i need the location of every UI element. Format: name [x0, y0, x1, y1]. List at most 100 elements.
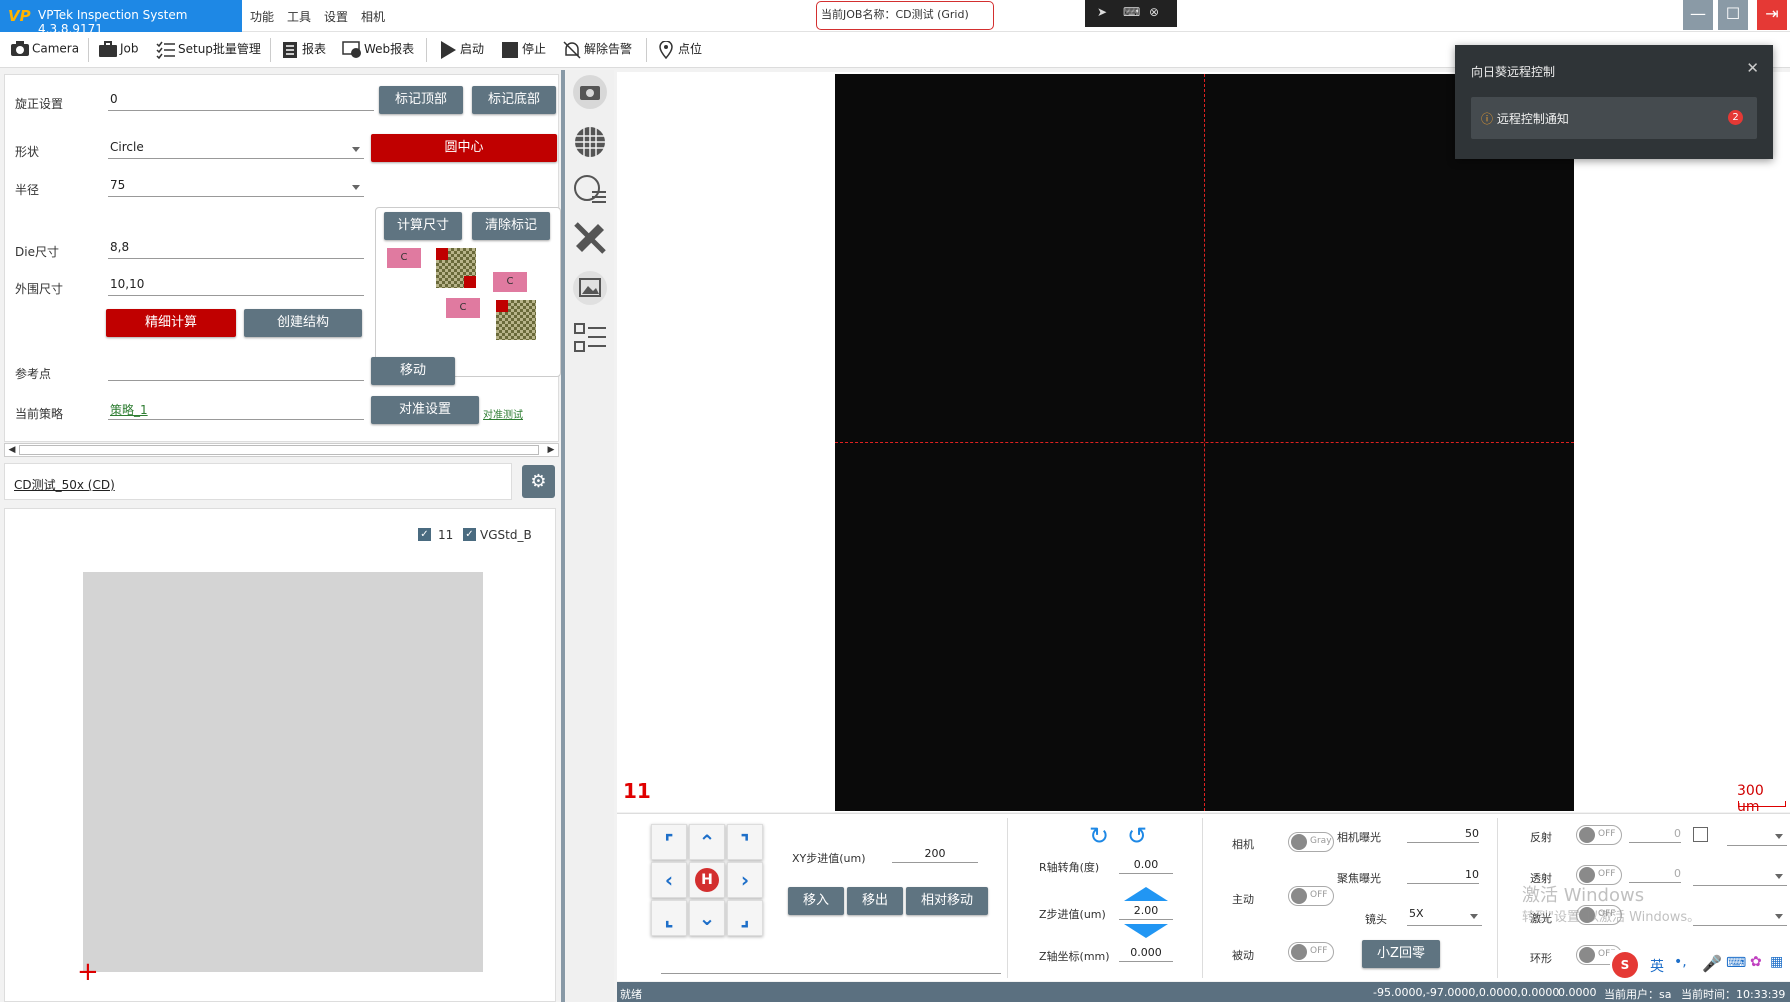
- report-button[interactable]: 报表: [280, 40, 326, 59]
- clear-alarm-button[interactable]: 解除告警: [562, 40, 632, 59]
- notification-close-icon[interactable]: ✕: [1746, 59, 1759, 77]
- exposure-field[interactable]: 50: [1407, 827, 1479, 843]
- ruler-pencil-icon[interactable]: [572, 220, 608, 256]
- start-button[interactable]: 启动: [438, 40, 484, 59]
- xy-step-label: XY步进值(um): [792, 852, 866, 865]
- lens-select[interactable]: 5X: [1407, 904, 1482, 926]
- checkbox-vgstd[interactable]: ✓: [463, 528, 476, 541]
- recipe-path-link[interactable]: CD测试_50x (CD): [14, 476, 115, 493]
- wafer-map-canvas[interactable]: [83, 572, 483, 972]
- ime-language[interactable]: 英: [1650, 956, 1664, 976]
- active-toggle[interactable]: OFF: [1288, 886, 1334, 906]
- scroll-right-icon[interactable]: ▶: [544, 444, 558, 456]
- keyboard-icon[interactable]: ⌨: [1726, 955, 1746, 971]
- recipe-settings-button[interactable]: ⚙: [522, 465, 555, 498]
- fine-calc-button[interactable]: 精细计算: [106, 309, 236, 337]
- camera-mode-toggle[interactable]: Gray: [1288, 832, 1334, 852]
- transmit-select[interactable]: [1693, 864, 1787, 886]
- die-size-field[interactable]: 8,8: [108, 237, 364, 259]
- relative-move-button[interactable]: 相对移动: [906, 887, 988, 915]
- sogou-logo-icon[interactable]: S: [1612, 952, 1638, 978]
- scale-bar-label: 300 um: [1737, 783, 1764, 815]
- rotate-cw-icon[interactable]: ↻: [1089, 822, 1109, 850]
- xy-step-field[interactable]: 200: [892, 847, 978, 863]
- move-in-button[interactable]: 移入: [788, 887, 844, 915]
- rotate-ccw-icon[interactable]: ↺: [1127, 822, 1147, 850]
- skin-icon[interactable]: ✿: [1750, 954, 1762, 970]
- notification-item[interactable]: ⓘ 远程控制通知 2: [1471, 97, 1757, 139]
- radius-select[interactable]: 75: [108, 175, 364, 197]
- ime-menu-icon[interactable]: ▦: [1770, 954, 1783, 970]
- gear-refresh-icon: ⚙: [530, 471, 547, 492]
- horizontal-scrollbar[interactable]: ◀ ▶: [4, 443, 559, 457]
- marker-point-1: [436, 248, 448, 260]
- reflect-value[interactable]: 0: [1629, 827, 1681, 843]
- jog-left-button[interactable]: ‹: [651, 862, 687, 898]
- job-button[interactable]: Job: [98, 40, 139, 58]
- wafer-list-icon[interactable]: [572, 172, 608, 208]
- create-structure-button[interactable]: 创建结构: [244, 309, 362, 337]
- image-gallery-icon[interactable]: [572, 270, 608, 306]
- jog-right-button[interactable]: ›: [727, 862, 763, 898]
- ref-point-field[interactable]: [108, 359, 364, 381]
- camera-button[interactable]: Camera: [10, 40, 79, 58]
- z-down-icon[interactable]: [1124, 924, 1168, 938]
- reflect-checkbox[interactable]: [1693, 827, 1708, 842]
- exit-button[interactable]: ⇥: [1757, 0, 1787, 30]
- remote-keyboard-icon[interactable]: ⌨: [1123, 5, 1140, 19]
- rotation-field[interactable]: 0: [108, 89, 374, 111]
- jog-down-button[interactable]: ⌄: [689, 900, 725, 936]
- mark-bottom-button[interactable]: 标记底部: [472, 86, 556, 114]
- stop-button[interactable]: 停止: [500, 40, 546, 59]
- outer-size-field[interactable]: 10,10: [108, 274, 364, 296]
- move-out-button[interactable]: 移出: [847, 887, 903, 915]
- remote-close-icon[interactable]: ⊗: [1149, 5, 1159, 19]
- checkbox-11[interactable]: ✓: [418, 528, 431, 541]
- crosshair-horizontal: [835, 442, 1574, 443]
- scroll-left-icon[interactable]: ◀: [5, 444, 19, 456]
- punctuation-icon[interactable]: •,: [1674, 954, 1687, 970]
- menu-function[interactable]: 功能: [250, 8, 274, 25]
- reflect-select[interactable]: [1727, 824, 1787, 846]
- maximize-button[interactable]: ☐: [1718, 0, 1748, 30]
- laser-select[interactable]: [1693, 904, 1787, 926]
- calc-size-button[interactable]: 计算尺寸: [384, 212, 462, 240]
- setup-batch-button[interactable]: Setup批量管理: [156, 40, 261, 59]
- remote-control-notification: 向日葵远程控制 ✕ ⓘ 远程控制通知 2: [1455, 45, 1773, 159]
- point-button[interactable]: 点位: [656, 40, 702, 59]
- r-angle-field[interactable]: 0.00: [1119, 858, 1173, 874]
- menu-tools[interactable]: 工具: [287, 8, 311, 25]
- jog-up-button[interactable]: ⌃: [689, 824, 725, 860]
- circle-center-button[interactable]: 圆中心: [371, 134, 557, 162]
- microphone-icon[interactable]: 🎤: [1702, 954, 1722, 973]
- align-test-link[interactable]: 对准测试: [483, 406, 523, 421]
- jog-down-left-button[interactable]: ⌞: [651, 900, 687, 936]
- minimize-button[interactable]: —: [1683, 0, 1713, 30]
- wafer-grid-icon[interactable]: [572, 124, 608, 160]
- passive-toggle[interactable]: OFF: [1288, 942, 1334, 962]
- reflect-toggle[interactable]: OFF: [1576, 825, 1622, 845]
- panel-splitter[interactable]: [561, 70, 565, 1002]
- scroll-thumb[interactable]: [19, 445, 539, 455]
- z-step-field[interactable]: 2.00: [1119, 904, 1173, 920]
- camera-view-icon[interactable]: [572, 74, 608, 110]
- move-button[interactable]: 移动: [371, 357, 455, 385]
- home-icon[interactable]: H: [695, 868, 719, 892]
- jog-down-right-button[interactable]: ⌟: [727, 900, 763, 936]
- z-up-icon[interactable]: [1124, 887, 1168, 901]
- jog-up-right-button[interactable]: ⌝: [727, 824, 763, 860]
- menu-camera[interactable]: 相机: [361, 8, 385, 25]
- strategy-field[interactable]: 策略_1: [108, 398, 364, 420]
- small-z-zero-button[interactable]: 小Z回零: [1362, 940, 1440, 968]
- jog-up-left-button[interactable]: ⌜: [651, 824, 687, 860]
- shape-select[interactable]: Circle: [108, 137, 364, 159]
- z-coord-field: 0.000: [1119, 946, 1173, 962]
- web-report-button[interactable]: Web报表: [342, 40, 414, 59]
- mark-top-button[interactable]: 标记顶部: [379, 86, 463, 114]
- menu-settings[interactable]: 设置: [324, 8, 348, 25]
- focus-exposure-field[interactable]: 10: [1407, 868, 1479, 884]
- task-checklist-icon[interactable]: [572, 320, 608, 356]
- remote-cursor-icon[interactable]: ➤: [1097, 5, 1107, 19]
- align-settings-button[interactable]: 对准设置: [371, 396, 479, 424]
- clear-marks-button[interactable]: 清除标记: [472, 212, 550, 240]
